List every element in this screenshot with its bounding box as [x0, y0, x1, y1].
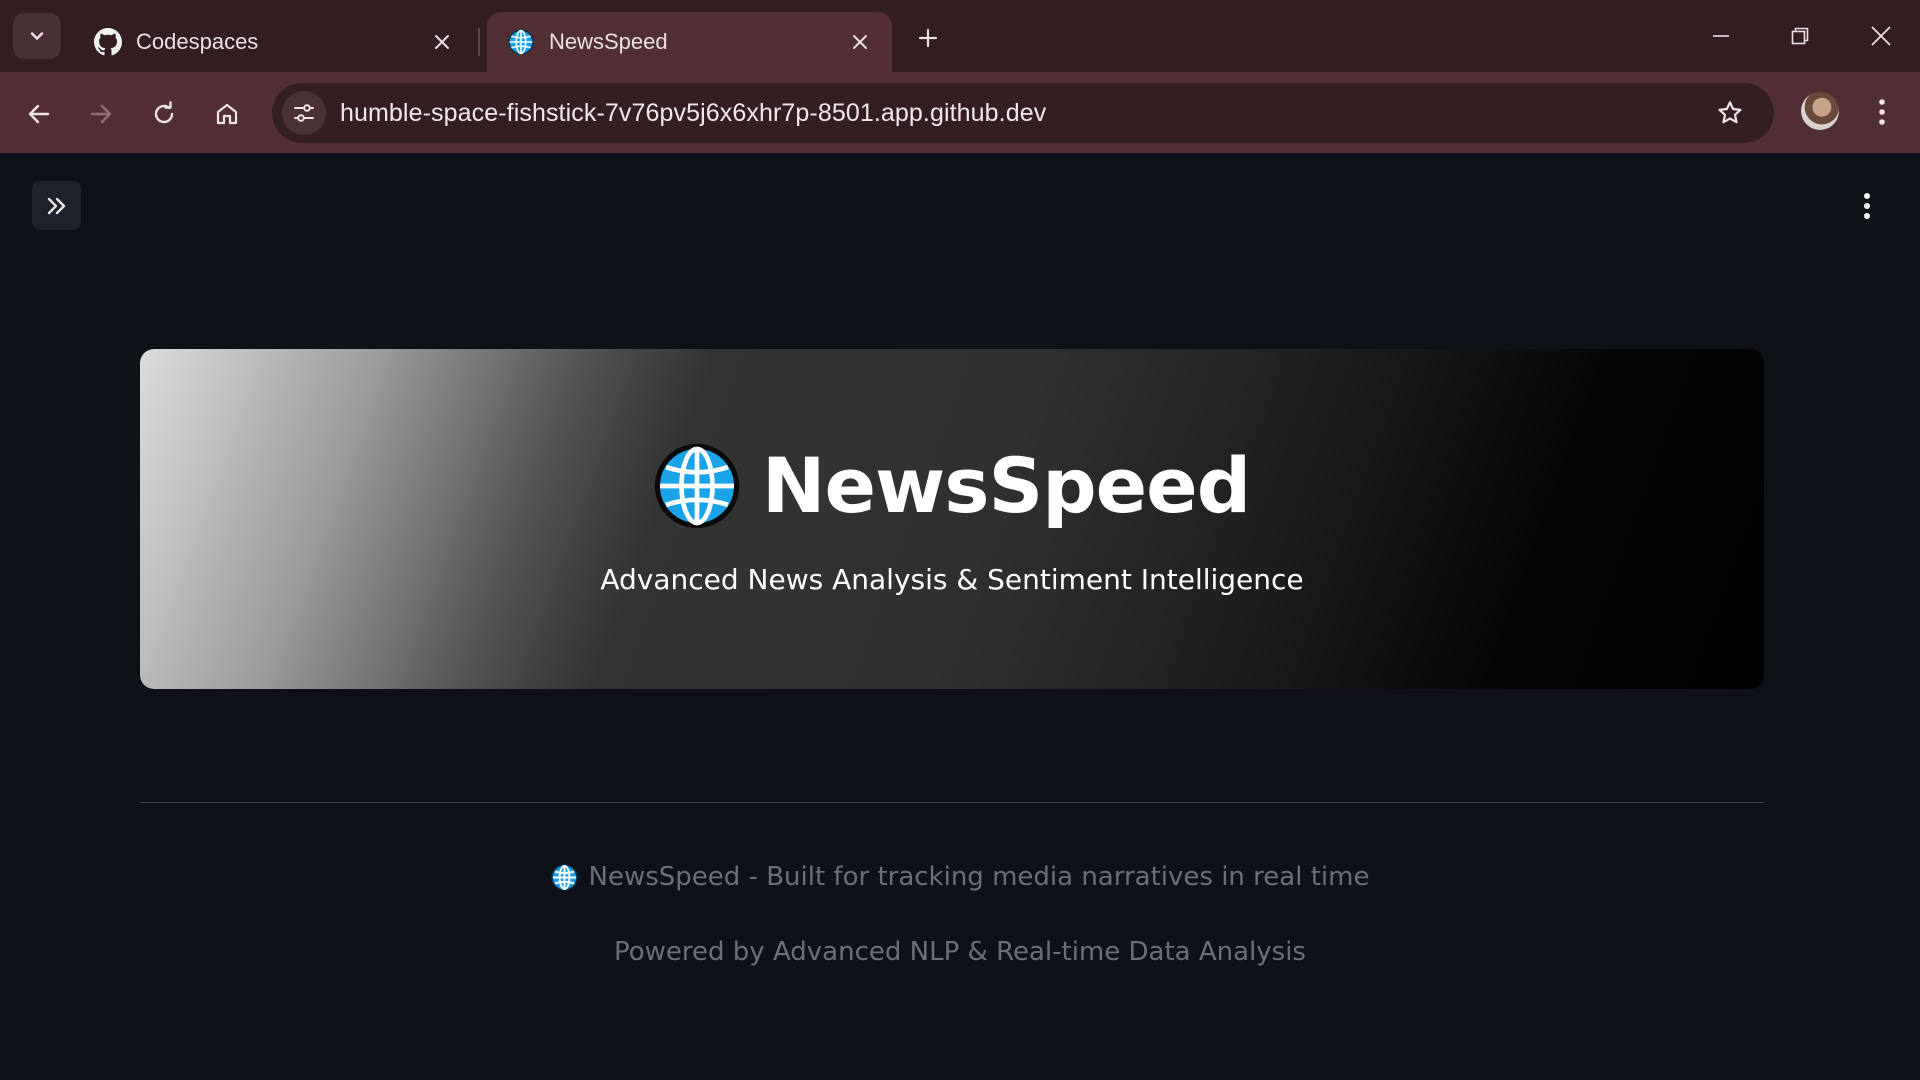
plus-icon [918, 28, 938, 48]
tab-separator [478, 28, 480, 56]
close-icon [1871, 26, 1891, 46]
expand-sidebar-button[interactable] [32, 181, 81, 230]
minimize-icon [1713, 35, 1729, 37]
more-vertical-icon [1864, 193, 1870, 219]
tab-search-button[interactable] [13, 13, 61, 59]
arrow-right-icon [90, 104, 112, 124]
browser-menu-button[interactable] [1864, 92, 1900, 132]
forward-button[interactable] [78, 91, 124, 137]
reload-button[interactable] [141, 91, 187, 137]
restore-icon [1791, 27, 1809, 45]
star-icon [1718, 101, 1742, 124]
close-icon [853, 35, 867, 49]
footer-tagline: NewsSpeed - Built for tracking media nar… [0, 862, 1920, 892]
new-tab-button[interactable] [909, 19, 947, 57]
bookmark-button[interactable] [1708, 91, 1752, 135]
globe-icon [507, 28, 535, 56]
hero-banner: NewsSpeed Advanced News Analysis & Senti… [140, 349, 1764, 689]
close-window-button[interactable] [1853, 10, 1909, 62]
footer-tagline-text: NewsSpeed - Built for tracking media nar… [588, 862, 1370, 892]
globe-icon [654, 443, 740, 528]
restore-button[interactable] [1772, 10, 1828, 62]
site-info-button[interactable] [282, 91, 326, 135]
arrow-left-icon [28, 104, 50, 124]
close-tab-button[interactable] [846, 28, 874, 56]
app-main-menu-button[interactable] [1852, 188, 1882, 224]
tab-title: Codespaces [136, 29, 259, 54]
divider [140, 802, 1764, 803]
address-bar[interactable]: humble-space-fishstick-7v76pv5j6x6xhr7p-… [272, 83, 1774, 143]
url-text[interactable]: humble-space-fishstick-7v76pv5j6x6xhr7p-… [340, 99, 1046, 128]
home-icon [216, 103, 238, 125]
footer-credit: Powered by Advanced NLP & Real-time Data… [614, 937, 1306, 967]
tab-codespaces[interactable]: Codespaces [74, 12, 474, 72]
browser-tab-strip: Codespaces NewsSpeed [0, 0, 1920, 72]
globe-icon [550, 863, 578, 891]
close-tab-button[interactable] [428, 28, 456, 56]
double-chevron-right-icon [47, 197, 65, 214]
more-vertical-icon [1879, 99, 1885, 125]
tab-title: NewsSpeed [549, 29, 668, 54]
minimize-button[interactable] [1693, 10, 1749, 62]
close-icon [435, 35, 449, 49]
reload-icon [154, 101, 174, 124]
github-icon [94, 28, 122, 56]
browser-toolbar: humble-space-fishstick-7v76pv5j6x6xhr7p-… [0, 72, 1920, 153]
chevron-down-icon [30, 32, 44, 40]
page-subtitle: Advanced News Analysis & Sentiment Intel… [600, 563, 1304, 596]
page-title: NewsSpeed [761, 441, 1251, 530]
home-button[interactable] [204, 91, 250, 137]
tune-icon [294, 104, 314, 122]
hero-title-row: NewsSpeed [140, 441, 1764, 530]
back-button[interactable] [16, 91, 62, 137]
profile-avatar[interactable] [1801, 92, 1839, 130]
tab-newsspeed[interactable]: NewsSpeed [487, 12, 892, 72]
